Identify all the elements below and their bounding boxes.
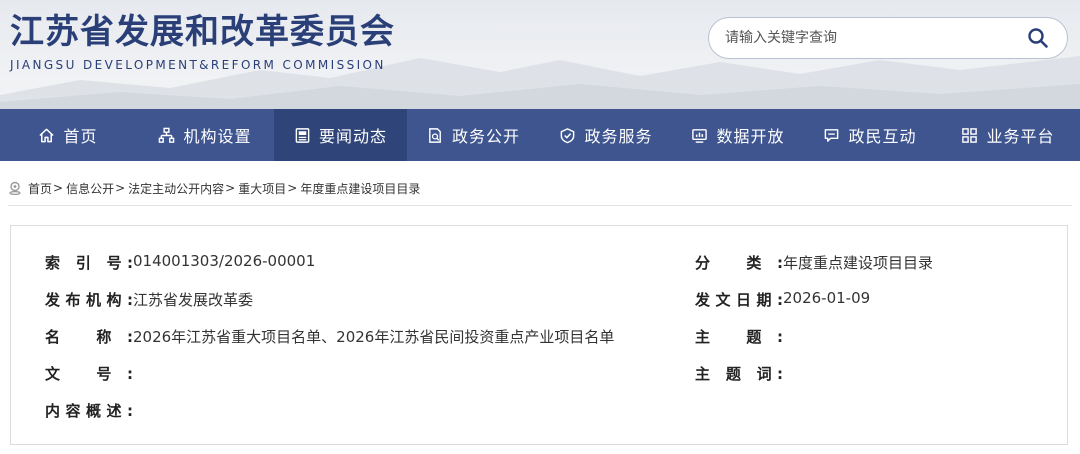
keywords-label: 主 题 词:: [695, 365, 783, 383]
home-icon: [39, 128, 55, 142]
info-row-publisher: 发布机构: 江苏省发展改革委 发文日期: 2026-01-09: [11, 289, 1067, 311]
nav-item-gov-service[interactable]: 政务服务: [540, 109, 672, 161]
grid-icon: [962, 127, 978, 143]
doc-name-label: 名 称:: [45, 328, 133, 346]
nav-label: 政民互动: [848, 127, 917, 146]
breadcrumb-info-disclosure[interactable]: 信息公开: [66, 180, 114, 197]
index-number-label: 索 引 号:: [45, 254, 133, 272]
nav-item-news[interactable]: 要闻动态: [274, 109, 407, 161]
org-chart-icon: [159, 127, 175, 143]
nav-item-interaction[interactable]: 政民互动: [804, 109, 936, 161]
nav-item-business-platform[interactable]: 业务平台: [936, 109, 1080, 161]
breadcrumb-separator: >: [53, 181, 64, 195]
service-icon: [561, 127, 575, 143]
nav-item-gov-disclosure[interactable]: 政务公开: [407, 109, 540, 161]
breadcrumb-statutory-content[interactable]: 法定主动公开内容: [128, 180, 224, 197]
location-icon: [9, 181, 21, 195]
breadcrumb: 首页 > 信息公开 > 法定主动公开内容 > 重大项目 > 年度重点建设项目目录: [8, 180, 420, 196]
doc-number-label: 文 号:: [45, 365, 133, 383]
breadcrumb-separator: >: [287, 181, 298, 195]
search-input[interactable]: [725, 18, 1015, 58]
nav-label: 数据开放: [716, 127, 785, 146]
breadcrumb-home[interactable]: 首页: [28, 180, 52, 197]
chat-icon: [825, 128, 839, 142]
category-label: 分 类:: [695, 254, 783, 272]
nav-label: 业务平台: [986, 127, 1055, 146]
doc-name-value: 2026年江苏省重大项目名单、2026年江苏省民间投资重点产业项目名单: [133, 328, 615, 346]
nav-label: 政务公开: [451, 127, 520, 146]
breadcrumb-current[interactable]: 年度重点建设项目目录: [300, 180, 420, 197]
subject-label: 主 题:: [695, 328, 783, 346]
publisher-label: 发布机构:: [45, 291, 133, 309]
breadcrumb-separator: >: [115, 181, 126, 195]
issue-date-label: 发文日期:: [695, 291, 783, 309]
document-info-panel: 索 引 号: 014001303/2026-00001 分 类: 年度重点建设项…: [10, 225, 1068, 445]
nav-item-organization[interactable]: 机构设置: [136, 109, 274, 161]
nav-label: 政务服务: [584, 127, 653, 146]
nav-item-home[interactable]: 首页: [0, 109, 136, 161]
document-search-icon: [429, 127, 441, 143]
info-row-summary: 内容概述:: [11, 400, 1067, 422]
site-subtitle: JIANGSU DEVELOPMENT&REFORM COMMISSION: [10, 58, 386, 72]
main-nav: 首页 机构设置 要闻动态 政务公开 政务服务 数据开放 政民互动 业务平台: [0, 109, 1080, 161]
search-icon[interactable]: [1027, 27, 1049, 49]
search-box[interactable]: [708, 17, 1068, 59]
nav-label: 机构设置: [183, 127, 252, 146]
info-row-docno: 文 号: 主 题 词:: [11, 363, 1067, 385]
nav-label: 要闻动态: [318, 127, 387, 146]
info-row-name: 名 称: 2026年江苏省重大项目名单、2026年江苏省民间投资重点产业项目名单…: [11, 326, 1067, 348]
site-header: 江苏省发展和改革委员会 JIANGSU DEVELOPMENT&REFORM C…: [0, 0, 1080, 109]
breadcrumb-divider: [8, 205, 1072, 206]
category-value: 年度重点建设项目目录: [783, 254, 934, 272]
data-chart-icon: [692, 128, 708, 143]
news-icon: [295, 127, 310, 143]
publisher-value: 江苏省发展改革委: [133, 291, 254, 309]
breadcrumb-separator: >: [225, 181, 236, 195]
nav-item-open-data[interactable]: 数据开放: [672, 109, 804, 161]
index-number-value: 014001303/2026-00001: [133, 252, 316, 270]
nav-label: 首页: [63, 127, 98, 146]
summary-label: 内容概述:: [45, 402, 133, 420]
breadcrumb-major-projects[interactable]: 重大项目: [238, 180, 286, 197]
info-row-index: 索 引 号: 014001303/2026-00001 分 类: 年度重点建设项…: [11, 252, 1067, 274]
issue-date-value: 2026-01-09: [783, 289, 871, 307]
site-title[interactable]: 江苏省发展和改革委员会: [10, 4, 395, 53]
